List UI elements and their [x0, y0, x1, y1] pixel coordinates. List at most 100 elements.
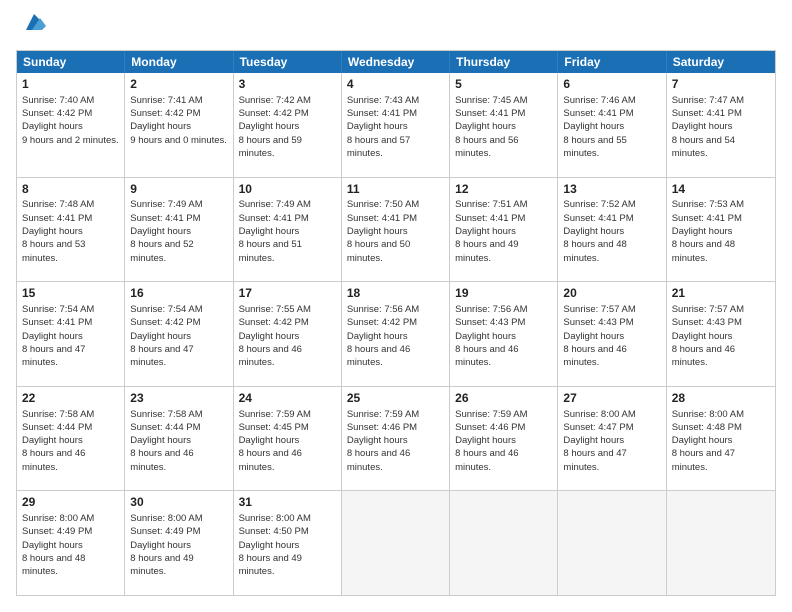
sunset-label: Sunset: 4:41 PM — [347, 213, 417, 224]
daylight-value: 8 hours and 55 minutes. — [563, 135, 626, 159]
table-row: 10Sunrise: 7:49 AMSunset: 4:41 PMDayligh… — [234, 178, 342, 282]
table-row: 23Sunrise: 7:58 AMSunset: 4:44 PMDayligh… — [125, 387, 233, 491]
daylight-label: Daylight hours — [563, 331, 624, 342]
sunrise-label: Sunrise: 7:41 AM — [130, 95, 202, 106]
sunrise-label: Sunrise: 7:51 AM — [455, 199, 527, 210]
daylight-label: Daylight hours — [672, 435, 733, 446]
sunset-label: Sunset: 4:41 PM — [130, 213, 200, 224]
sunrise-label: Sunrise: 7:49 AM — [239, 199, 311, 210]
sunset-label: Sunset: 4:46 PM — [455, 422, 525, 433]
sunrise-label: Sunrise: 8:00 AM — [130, 513, 202, 524]
calendar-row: 22 Sunrise: 7:58 AM Sunset: 4:44 PM Dayligh… — [17, 386, 775, 491]
daylight-label: Daylight hours — [239, 435, 300, 446]
daylight-label: Daylight hours — [672, 121, 733, 132]
sunrise-label: Sunrise: 7:59 AM — [347, 409, 419, 420]
table-row — [450, 491, 558, 595]
sunset-label: Sunset: 4:41 PM — [455, 108, 525, 119]
sunset-label: Sunset: 4:45 PM — [239, 422, 309, 433]
sunrise-label: Sunrise: 7:46 AM — [563, 95, 635, 106]
table-row: 22Sunrise: 7:58 AMSunset: 4:44 PMDayligh… — [17, 387, 125, 491]
daylight-label: Daylight hours — [347, 331, 408, 342]
sunset-label: Sunset: 4:43 PM — [672, 317, 742, 328]
table-row: 28Sunrise: 8:00 AMSunset: 4:48 PMDayligh… — [667, 387, 775, 491]
daylight-label: Daylight hours — [347, 435, 408, 446]
sunrise-label: Sunrise: 7:49 AM — [130, 199, 202, 210]
day-number: 9 — [130, 181, 227, 198]
sunset-label: Sunset: 4:41 PM — [455, 213, 525, 224]
sunrise-label: Sunrise: 7:57 AM — [672, 304, 744, 315]
sunrise-label: Sunrise: 8:00 AM — [672, 409, 744, 420]
sunset-label: Sunset: 4:41 PM — [22, 317, 92, 328]
sunrise-label: Sunrise: 7:55 AM — [239, 304, 311, 315]
day-number: 6 — [563, 76, 660, 93]
day-number: 12 — [455, 181, 552, 198]
table-row: 14Sunrise: 7:53 AMSunset: 4:41 PMDayligh… — [667, 178, 775, 282]
day-number: 11 — [347, 181, 444, 198]
sunset-label: Sunset: 4:44 PM — [130, 422, 200, 433]
day-number: 24 — [239, 390, 336, 407]
daylight-label: Daylight hours — [239, 121, 300, 132]
daylight-label: Daylight hours — [239, 226, 300, 237]
day-number: 1 — [22, 76, 119, 93]
daylight-value: 8 hours and 46 minutes. — [130, 448, 193, 472]
header-saturday: Saturday — [667, 51, 775, 73]
calendar-row: 8Sunrise: 7:48 AMSunset: 4:41 PMDaylight… — [17, 177, 775, 282]
sunrise-label: Sunrise: 7:50 AM — [347, 199, 419, 210]
sunset-label: Sunset: 4:41 PM — [672, 108, 742, 119]
sunrise-label: Sunrise: 7:43 AM — [347, 95, 419, 106]
day-number: 3 — [239, 76, 336, 93]
daylight-value: 8 hours and 46 minutes. — [347, 344, 410, 368]
header-sunday: Sunday — [17, 51, 125, 73]
sunset-label: Sunset: 4:41 PM — [347, 108, 417, 119]
daylight-value: 8 hours and 52 minutes. — [130, 239, 193, 263]
table-row: 15Sunrise: 7:54 AMSunset: 4:41 PMDayligh… — [17, 282, 125, 386]
daylight-label: Daylight hours — [22, 121, 83, 132]
logo-text — [16, 16, 50, 40]
sunrise-label: Sunrise: 7:45 AM — [455, 95, 527, 106]
day-number: 31 — [239, 494, 336, 511]
sunrise-label: Sunrise: 7:56 AM — [455, 304, 527, 315]
daylight-value: 8 hours and 49 minutes. — [239, 553, 302, 577]
day-number: 7 — [672, 76, 770, 93]
sunset-label: Sunset: 4:41 PM — [672, 213, 742, 224]
daylight-value: 8 hours and 54 minutes. — [672, 135, 735, 159]
sunrise-label: Sunrise: 8:00 AM — [239, 513, 311, 524]
table-row: 21Sunrise: 7:57 AMSunset: 4:43 PMDayligh… — [667, 282, 775, 386]
sunrise-label: Sunrise: 7:58 AM — [22, 409, 94, 420]
daylight-value: 8 hours and 47 minutes. — [672, 448, 735, 472]
sunrise-label: Sunrise: 7:59 AM — [239, 409, 311, 420]
header-wednesday: Wednesday — [342, 51, 450, 73]
sunrise-label: Sunrise: 7:52 AM — [563, 199, 635, 210]
table-row — [342, 491, 450, 595]
daylight-label: Daylight hours — [455, 435, 516, 446]
daylight-value: 8 hours and 46 minutes. — [672, 344, 735, 368]
table-row: 13Sunrise: 7:52 AMSunset: 4:41 PMDayligh… — [558, 178, 666, 282]
sunset-label: Sunset: 4:43 PM — [563, 317, 633, 328]
header-friday: Friday — [558, 51, 666, 73]
daylight-label: Daylight hours — [130, 121, 191, 132]
table-row: 25Sunrise: 7:59 AMSunset: 4:46 PMDayligh… — [342, 387, 450, 491]
table-row: 31Sunrise: 8:00 AMSunset: 4:50 PMDayligh… — [234, 491, 342, 595]
sunset-label: Sunset: 4:42 PM — [239, 108, 309, 119]
daylight-value: 9 hours and 0 minutes. — [130, 135, 227, 146]
table-row: 6Sunrise: 7:46 AMSunset: 4:41 PMDaylight… — [558, 73, 666, 177]
table-row: 11Sunrise: 7:50 AMSunset: 4:41 PMDayligh… — [342, 178, 450, 282]
daylight-value: 8 hours and 46 minutes. — [347, 448, 410, 472]
day-number: 22 — [22, 390, 119, 407]
table-row: 9Sunrise: 7:49 AMSunset: 4:41 PMDaylight… — [125, 178, 233, 282]
table-row: 19Sunrise: 7:56 AMSunset: 4:43 PMDayligh… — [450, 282, 558, 386]
day-number: 5 — [455, 76, 552, 93]
table-row: 30Sunrise: 8:00 AMSunset: 4:49 PMDayligh… — [125, 491, 233, 595]
sunset-label: Sunset: 4:49 PM — [22, 526, 92, 537]
daylight-label: Daylight hours — [22, 331, 83, 342]
daylight-value: 8 hours and 46 minutes. — [455, 344, 518, 368]
calendar-row: 1Sunrise: 7:40 AMSunset: 4:42 PMDaylight… — [17, 73, 775, 177]
daylight-value: 8 hours and 47 minutes. — [22, 344, 85, 368]
day-number: 30 — [130, 494, 227, 511]
table-row: 20Sunrise: 7:57 AMSunset: 4:43 PMDayligh… — [558, 282, 666, 386]
sunset-label: Sunset: 4:41 PM — [239, 213, 309, 224]
day-number: 21 — [672, 285, 770, 302]
day-number: 16 — [130, 285, 227, 302]
sunset-label: Sunset: 4:41 PM — [563, 108, 633, 119]
sunrise-label: Sunrise: 7:47 AM — [672, 95, 744, 106]
